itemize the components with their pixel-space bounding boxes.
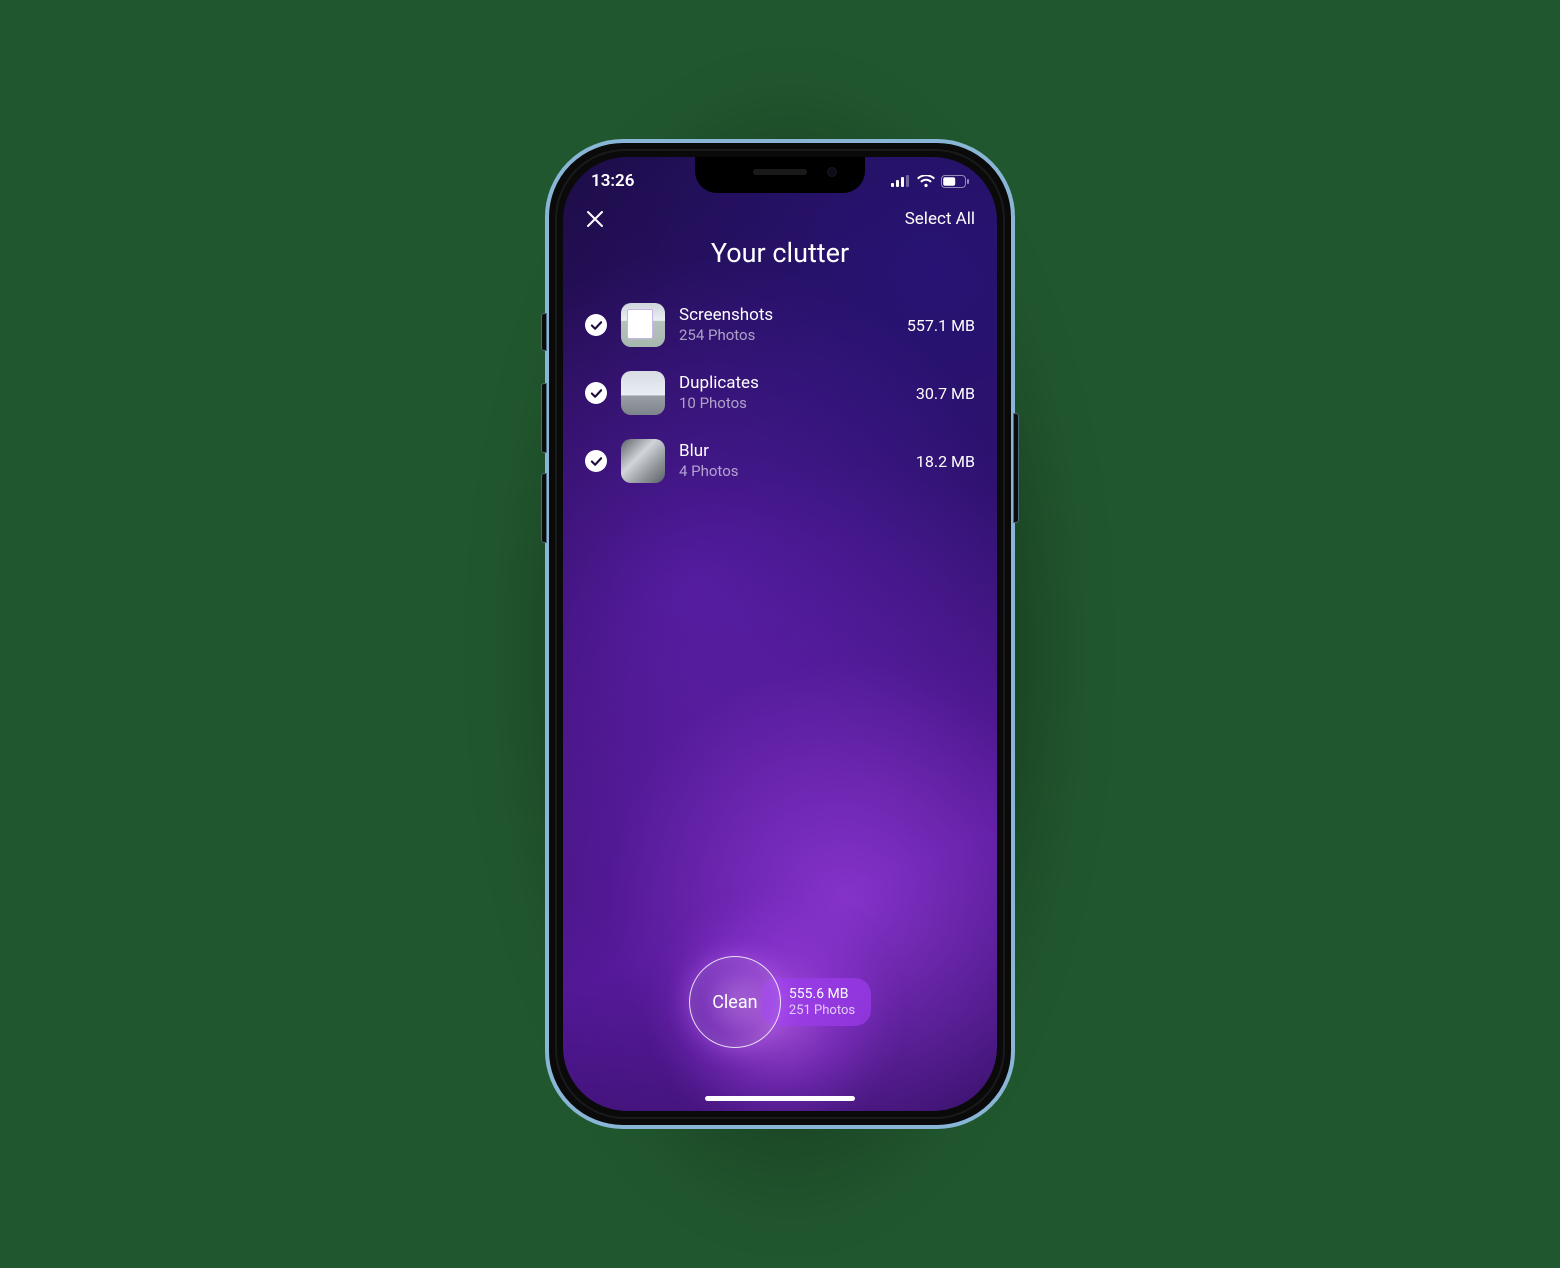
- bottom-action-area: Clean 555.6 MB 251 Photos: [563, 937, 997, 1067]
- list-item[interactable]: Blur 4 Photos 18.2 MB: [585, 427, 975, 495]
- notch: [695, 157, 865, 193]
- list-item[interactable]: Duplicates 10 Photos 30.7 MB: [585, 359, 975, 427]
- select-all-button[interactable]: Select All: [905, 209, 975, 229]
- checkbox-checked-icon[interactable]: [585, 314, 607, 336]
- clean-summary-count: 251 Photos: [789, 1003, 855, 1019]
- clean-button[interactable]: Clean: [689, 956, 781, 1048]
- status-time: 13:26: [591, 171, 634, 191]
- clutter-list: Screenshots 254 Photos 557.1 MB Duplicat…: [563, 291, 997, 495]
- volume-up-button: [541, 383, 547, 453]
- item-title: Screenshots: [679, 305, 893, 326]
- thumbnail: [621, 371, 665, 415]
- screen: 13:26: [563, 157, 997, 1111]
- clean-button-label: Clean: [712, 992, 757, 1013]
- checkbox-checked-icon[interactable]: [585, 382, 607, 404]
- list-item[interactable]: Screenshots 254 Photos 557.1 MB: [585, 291, 975, 359]
- thumbnail: [621, 303, 665, 347]
- wifi-icon: [917, 175, 935, 188]
- home-indicator[interactable]: [705, 1096, 855, 1101]
- item-size: 557.1 MB: [907, 316, 975, 335]
- item-title: Duplicates: [679, 373, 902, 394]
- volume-down-button: [541, 473, 547, 543]
- thumbnail: [621, 439, 665, 483]
- close-icon[interactable]: [585, 209, 605, 229]
- cellular-icon: [891, 175, 911, 187]
- phone-frame: 13:26: [545, 139, 1015, 1129]
- page-title: Your clutter: [563, 237, 997, 269]
- item-subtitle: 4 Photos: [679, 462, 902, 481]
- power-button: [1013, 413, 1019, 523]
- item-title: Blur: [679, 441, 902, 462]
- clean-summary-size: 555.6 MB: [789, 986, 855, 1003]
- mute-switch: [541, 313, 547, 351]
- battery-icon: [941, 175, 969, 188]
- item-size: 30.7 MB: [916, 384, 975, 403]
- checkbox-checked-icon[interactable]: [585, 450, 607, 472]
- item-subtitle: 254 Photos: [679, 326, 893, 345]
- item-subtitle: 10 Photos: [679, 394, 902, 413]
- item-size: 18.2 MB: [916, 452, 975, 471]
